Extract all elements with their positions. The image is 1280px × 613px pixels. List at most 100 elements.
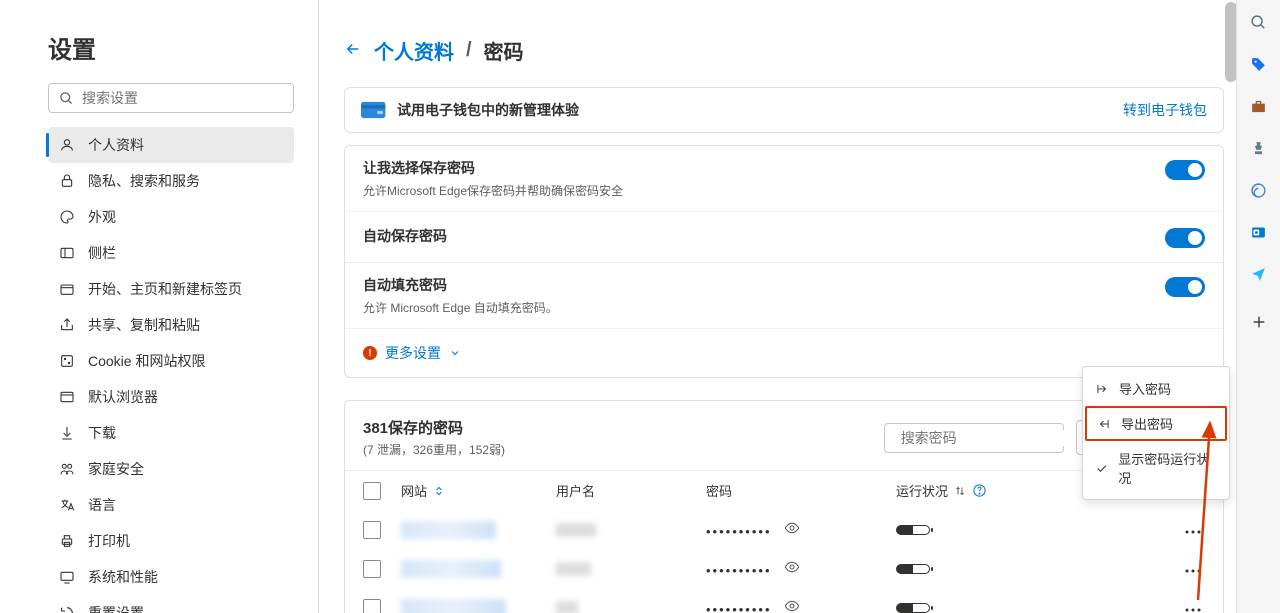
site-redacted (401, 521, 496, 539)
row-more-button[interactable] (1181, 596, 1205, 613)
check-icon (1095, 462, 1108, 475)
rail-briefcase-icon[interactable] (1249, 96, 1269, 116)
row-checkbox[interactable] (363, 521, 381, 539)
toggle-autofill[interactable] (1165, 277, 1205, 297)
site-redacted (401, 560, 501, 578)
nav-item-sidebar[interactable]: 侧栏 (48, 235, 294, 271)
search-icon (59, 91, 74, 106)
nav-item-profile[interactable]: 个人资料 (48, 127, 294, 163)
setting-desc: 允许 Microsoft Edge 自动填充密码。 (363, 299, 1165, 316)
nav-item-reset[interactable]: 重置设置 (48, 595, 294, 613)
banner-link[interactable]: 转到电子钱包 (1123, 100, 1207, 120)
share-icon (58, 316, 76, 334)
nav-item-start[interactable]: 开始、主页和新建标签页 (48, 271, 294, 307)
password-masked: •••••••••• (706, 524, 772, 539)
settings-search[interactable] (48, 83, 294, 113)
user-redacted (556, 601, 578, 613)
strength-icon (896, 525, 930, 535)
nav-item-cookies[interactable]: Cookie 和网站权限 (48, 343, 294, 379)
right-rail (1236, 0, 1280, 613)
rail-send-icon[interactable] (1249, 264, 1269, 284)
toggle-autosave[interactable] (1165, 228, 1205, 248)
sidebar-title: 设置 (48, 30, 294, 65)
nav-label: 侧栏 (88, 243, 116, 263)
row-more-button[interactable] (1181, 557, 1205, 580)
table-row[interactable]: •••••••••• (345, 510, 1223, 549)
row-more-button[interactable] (1181, 518, 1205, 541)
menu-show-health[interactable]: 显示密码运行状况 (1083, 441, 1229, 495)
lock-icon (58, 172, 76, 190)
settings-sidebar: 设置 个人资料 隐私、搜索和服务 外观 侧栏 开始、主页和新建标签页 共享、复制… (0, 0, 318, 613)
wallet-banner: 试用电子钱包中的新管理体验 转到电子钱包 (344, 87, 1224, 133)
nav-item-system[interactable]: 系统和性能 (48, 559, 294, 595)
nav-item-default[interactable]: 默认浏览器 (48, 379, 294, 415)
more-menu-popup: 导入密码 导出密码 显示密码运行状况 (1082, 366, 1230, 500)
menu-label: 导出密码 (1121, 414, 1173, 433)
nav-label: 重置设置 (88, 603, 144, 613)
rail-outlook-icon[interactable] (1249, 222, 1269, 242)
nav-item-appearance[interactable]: 外观 (48, 199, 294, 235)
setting-title: 自动填充密码 (363, 275, 1165, 295)
select-all-checkbox[interactable] (363, 482, 381, 500)
table-row[interactable]: •••••••••• (345, 549, 1223, 588)
column-site[interactable]: 网站 (401, 481, 556, 500)
rail-chess-icon[interactable] (1249, 138, 1269, 158)
rail-tag-icon[interactable] (1249, 54, 1269, 74)
system-icon (58, 568, 76, 586)
nav-item-privacy[interactable]: 隐私、搜索和服务 (48, 163, 294, 199)
row-checkbox[interactable] (363, 599, 381, 613)
family-icon (58, 460, 76, 478)
reveal-password-icon[interactable] (784, 524, 800, 539)
divider (318, 0, 319, 613)
browser-icon (58, 388, 76, 406)
passwords-title: 381保存的密码 (363, 417, 872, 438)
nav-label: 语言 (88, 495, 116, 515)
nav-item-printer[interactable]: 打印机 (48, 523, 294, 559)
download-icon (58, 424, 76, 442)
passwords-search-input[interactable] (901, 430, 1082, 446)
nav-list: 个人资料 隐私、搜索和服务 外观 侧栏 开始、主页和新建标签页 共享、复制和粘贴… (48, 127, 294, 613)
wallet-icon (361, 100, 387, 120)
main-content: 个人资料 / 密码 试用电子钱包中的新管理体验 转到电子钱包 让我选择保存密码 … (318, 0, 1280, 613)
rail-office-icon[interactable] (1249, 180, 1269, 200)
row-checkbox[interactable] (363, 560, 381, 578)
help-icon[interactable] (972, 483, 987, 498)
nav-item-downloads[interactable]: 下载 (48, 415, 294, 451)
reveal-password-icon[interactable] (784, 602, 800, 613)
cookie-icon (58, 352, 76, 370)
menu-export[interactable]: 导出密码 (1085, 406, 1227, 441)
breadcrumb-current: 密码 (484, 36, 524, 65)
alert-icon: ! (363, 346, 377, 360)
breadcrumb: 个人资料 / 密码 (344, 36, 1224, 65)
rail-search-icon[interactable] (1249, 12, 1269, 32)
nav-label: 下载 (88, 423, 116, 443)
column-user[interactable]: 用户名 (556, 481, 706, 500)
column-health[interactable]: 运行状况 (896, 481, 1026, 500)
user-redacted (556, 523, 596, 537)
table-row[interactable]: •••••••••• (345, 588, 1223, 613)
nav-item-share[interactable]: 共享、复制和粘贴 (48, 307, 294, 343)
sort-icon (433, 485, 445, 497)
sidebar-icon (58, 244, 76, 262)
strength-icon (896, 603, 930, 613)
reveal-password-icon[interactable] (784, 563, 800, 578)
toggle-save[interactable] (1165, 160, 1205, 180)
password-masked: •••••••••• (706, 602, 772, 613)
column-password[interactable]: 密码 (706, 481, 896, 500)
nav-item-family[interactable]: 家庭安全 (48, 451, 294, 487)
breadcrumb-parent[interactable]: 个人资料 (374, 36, 454, 65)
passwords-search[interactable] (884, 423, 1064, 453)
import-icon (1095, 382, 1109, 396)
language-icon (58, 496, 76, 514)
tab-icon (58, 280, 76, 298)
sort-icon (954, 485, 966, 497)
settings-search-input[interactable] (82, 90, 283, 106)
nav-label: 家庭安全 (88, 459, 144, 479)
back-button[interactable] (344, 40, 362, 61)
rail-add-icon[interactable] (1249, 312, 1269, 332)
nav-label: 开始、主页和新建标签页 (88, 279, 242, 299)
setting-save: 让我选择保存密码 允许Microsoft Edge保存密码并帮助确保密码安全 (345, 146, 1223, 211)
nav-item-language[interactable]: 语言 (48, 487, 294, 523)
printer-icon (58, 532, 76, 550)
menu-import[interactable]: 导入密码 (1083, 371, 1229, 406)
